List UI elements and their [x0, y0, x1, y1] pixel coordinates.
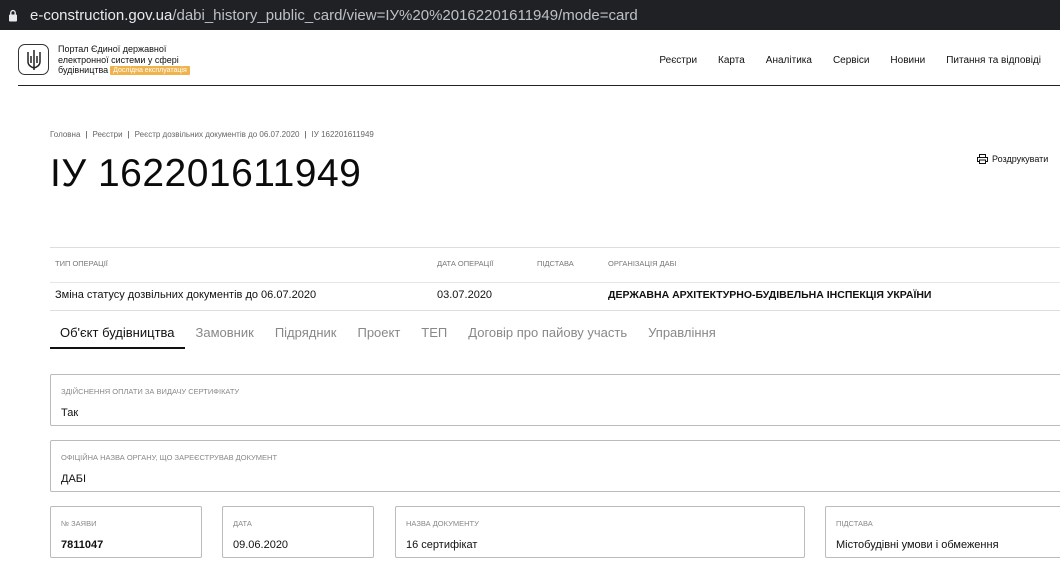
header-basis: ПІДСТАВА [537, 259, 574, 268]
application-number-label: № ЗАЯВИ [61, 519, 97, 528]
portal-line-3: будівництва [58, 65, 109, 75]
payment-value: Так [61, 407, 79, 419]
breadcrumb-registry[interactable]: Реєстр дозвільних документів до 06.07.20… [135, 130, 300, 139]
date-value: 09.06.2020 [233, 539, 289, 551]
header-dabi-org: ОРГАНІЗАЦІЯ ДАБІ [608, 259, 677, 268]
nav-map[interactable]: Карта [718, 55, 745, 66]
trident-logo-icon[interactable] [18, 44, 49, 75]
document-name-label: НАЗВА ДОКУМЕНТУ [406, 519, 479, 528]
nav-services[interactable]: Сервіси [833, 55, 869, 66]
header-operation-date: ДАТА ОПЕРАЦІЇ [437, 259, 494, 268]
lock-icon[interactable] [6, 8, 20, 22]
tab-customer[interactable]: Замовник [196, 318, 254, 349]
nav-analytics[interactable]: Аналітика [766, 55, 812, 66]
url-path: /dabi_history_public_card/view=ІУ%20%201… [172, 6, 638, 24]
print-button[interactable]: Роздрукувати [977, 154, 1048, 164]
nav-news[interactable]: Новини [890, 55, 925, 66]
authority-label: ОФІЦІЙНА НАЗВА ОРГАНУ, ЩО ЗАРЕЄСТРУВАВ Д… [61, 453, 278, 462]
authority-field: ОФІЦІЙНА НАЗВА ОРГАНУ, ЩО ЗАРЕЄСТРУВАВ Д… [50, 440, 1060, 492]
breadcrumb-current: ІУ 162201611949 [311, 130, 374, 139]
portal-line-1: Портал Єдиної державної [58, 44, 167, 54]
breadcrumb-separator: | [127, 130, 130, 139]
breadcrumb: Головна | Реєстри | Реєстр дозвільних докуме… [50, 130, 374, 139]
breadcrumb-registries[interactable]: Реєстри [92, 130, 122, 139]
basis-field-value: Містобудівні умови і обмеження [836, 539, 999, 551]
portal-line-2: електронної системи у сфері [58, 54, 179, 65]
tab-share-agreement[interactable]: Договір про пайову участь [468, 318, 627, 349]
table-divider [50, 282, 1060, 283]
basis-field: ПІДСТАВА Містобудівні умови і обмеження [825, 506, 1060, 558]
tab-bar: Об'єкт будівництва Замовник Підрядник Пр… [50, 318, 1060, 349]
operation-table: ТИП ОПЕРАЦІЇ ДАТА ОПЕРАЦІЇ ПІДСТАВА ОРГА… [50, 247, 1060, 311]
printer-icon [977, 154, 988, 164]
operation-date-value: 03.07.2020 [437, 289, 493, 301]
tab-project[interactable]: Проект [357, 318, 400, 349]
authority-value: ДАБІ [61, 473, 87, 485]
url-host: e-construction.gov.ua [30, 6, 173, 24]
payment-label: ЗДІЙСНЕННЯ ОПЛАТИ ЗА ВИДАЧУ СЕРТИФІКАТУ [61, 387, 240, 396]
tab-contractor[interactable]: Підрядник [275, 318, 337, 349]
beta-badge: Дослідна експлуатація [110, 66, 190, 75]
site-header: Портал Єдиної державної електронної сист… [18, 40, 1060, 86]
document-name-value: 16 сертифікат [406, 539, 478, 551]
tab-construction-object[interactable]: Об'єкт будівництва [50, 318, 185, 349]
date-label: ДАТА [233, 519, 252, 528]
basis-label: ПІДСТАВА [836, 519, 873, 528]
print-label: Роздрукувати [992, 154, 1049, 164]
page-title: ІУ 162201611949 [50, 152, 362, 195]
nav-registries[interactable]: Реєстри [659, 55, 697, 66]
browser-url-bar[interactable]: e-construction.gov.ua/dabi_history_publi… [0, 0, 1060, 30]
header-operation-type: ТИП ОПЕРАЦІЇ [55, 259, 108, 268]
breadcrumb-separator: | [304, 130, 307, 139]
operation-type-value: Зміна статусу дозвільних документів до 0… [55, 289, 317, 301]
payment-field: ЗДІЙСНЕННЯ ОПЛАТИ ЗА ВИДАЧУ СЕРТИФІКАТУ … [50, 374, 1060, 426]
date-field: ДАТА 09.06.2020 [222, 506, 374, 558]
application-number-field: № ЗАЯВИ 7811047 [50, 506, 202, 558]
document-name-field: НАЗВА ДОКУМЕНТУ 16 сертифікат [395, 506, 805, 558]
main-nav: Реєстри Карта Аналітика Сервіси Новини П… [659, 55, 1041, 66]
breadcrumb-separator: | [85, 130, 88, 139]
nav-faq[interactable]: Питання та відповіді [946, 55, 1041, 66]
tab-tep[interactable]: ТЕП [421, 318, 447, 349]
url-text[interactable]: e-construction.gov.ua/dabi_history_publi… [30, 7, 638, 24]
dabi-org-value: ДЕРЖАВНА АРХІТЕКТУРНО-БУДІВЕЛЬНА ІНСПЕКЦ… [608, 289, 932, 301]
tab-management[interactable]: Управління [648, 318, 716, 349]
breadcrumb-home[interactable]: Головна [50, 130, 80, 139]
portal-name[interactable]: Портал Єдиної державної електронної сист… [58, 44, 228, 76]
application-number-value: 7811047 [61, 539, 104, 551]
